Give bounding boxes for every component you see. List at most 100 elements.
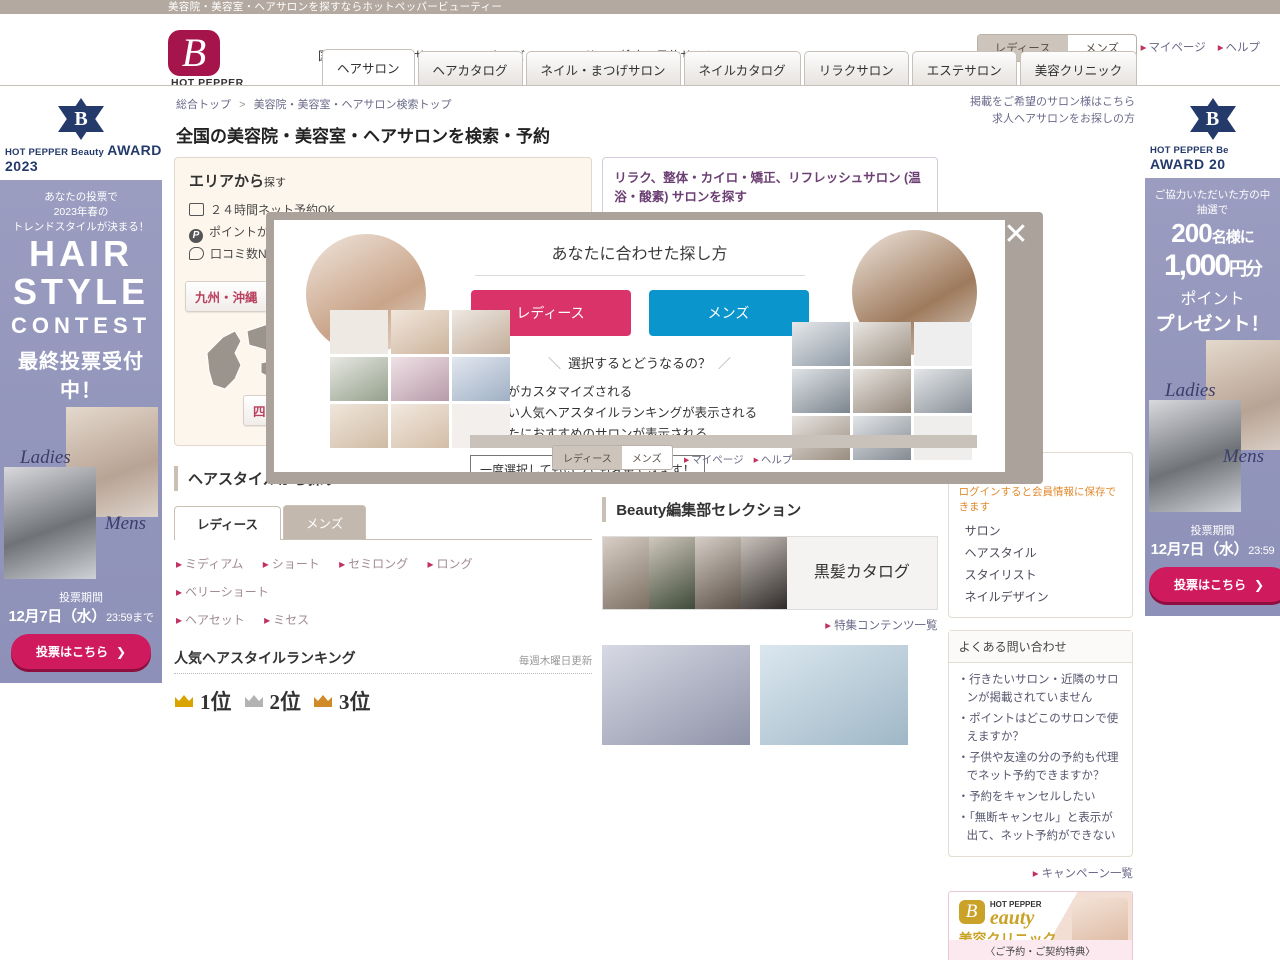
region-button-kyushu-okinawa[interactable]: 九州・沖縄 <box>185 281 268 312</box>
ranking-item-2[interactable]: 2位 <box>244 686 302 721</box>
faq-item-4[interactable]: 予約をキャンセルしたい <box>958 788 1123 806</box>
feature-image-1[interactable] <box>602 645 751 745</box>
style-tag-misses[interactable]: ミセス <box>264 613 309 627</box>
modal-mini-mens[interactable]: メンズ <box>622 446 672 469</box>
modal-link-help[interactable]: ヘルプ <box>754 452 793 467</box>
hairstyle-tab-ladies[interactable]: レディース <box>174 506 282 540</box>
award-sub-text-right: ご協力いただいた方の中 抽選で <box>1154 189 1271 216</box>
award-banner-left[interactable]: あなたの投票で 2023年春の トレンドスタイルが決まる！ HAIR STYLE… <box>0 180 162 683</box>
style-tag-short[interactable]: ショート <box>263 557 320 571</box>
faq-item-1[interactable]: 行きたいサロン・近隣のサロンが掲載されていません <box>958 671 1123 707</box>
award-word-hair: HAIR <box>29 233 133 274</box>
award-vote-button-right[interactable]: 投票はこちら ❯ <box>1149 567 1280 602</box>
clinic-ad-sub: 〈ご予約・ご契約特典〉 <box>985 947 1096 958</box>
ranking-item-3[interactable]: 3位 <box>313 686 371 721</box>
clinic-logo-mark: B <box>958 900 985 924</box>
award-logo-left: B HOT PEPPER Beauty AWARD 2023 <box>0 86 162 180</box>
tab-beauty-clinic[interactable]: 美容クリニック <box>1019 51 1138 86</box>
bookmark-item-salon[interactable]: サロン <box>959 520 1122 542</box>
gender-select-modal[interactable]: ✕ あなたに合わせた探し方 レディース メンズ ＼ 選択するとどうなるの？ ／ … <box>266 212 1043 484</box>
tab-nail-catalog[interactable]: ネイルカタログ <box>683 51 801 86</box>
tab-relax-salon[interactable]: リラクサロン <box>803 51 909 86</box>
modal-mini-gender-toggle[interactable]: レディース メンズ <box>552 445 673 470</box>
modal-mini-links: マイページ ヘルプ <box>684 452 792 467</box>
campaign-list-link[interactable]: キャンペーン一覧 <box>1033 868 1133 880</box>
award-vote-button-left[interactable]: 投票はこちら ❯ <box>11 634 151 669</box>
faq-item-2[interactable]: ポイントはどこのサロンで使えますか？ <box>958 710 1123 746</box>
breadcrumb-home[interactable]: 総合トップ <box>176 99 231 111</box>
ranking-title: 人気ヘアスタイルランキング <box>174 650 356 666</box>
award-period-label-right: 投票期間 <box>1190 525 1235 537</box>
left-ad-sidebar[interactable]: B HOT PEPPER Beauty AWARD 2023 あなたの投票で 2… <box>0 86 162 786</box>
site-header: B HOT PEPPER eauty PRODUCED BY RECRUIT 国… <box>0 14 1280 130</box>
close-icon[interactable]: ✕ <box>999 218 1033 252</box>
site-tagline-strip: 美容院・美容室・ヘアサロンを探すならホットペッパービューティー <box>0 0 1280 14</box>
faq-title: よくある問い合わせ <box>948 631 1132 663</box>
ranking-update-note: 毎週木曜日更新 <box>518 655 593 667</box>
bookmark-item-naildesign[interactable]: ネイルデザイン <box>959 586 1122 608</box>
selection-thumb-1 <box>603 537 650 609</box>
point-icon: P <box>189 229 203 243</box>
salon-notice-line2[interactable]: 求人ヘアサロンをお探しの方 <box>970 111 1135 128</box>
clinic-ad[interactable]: B HOT PEPPER eauty 美容クリニック 〈ご予約・ご契約特典〉 5… <box>947 891 1133 960</box>
selection-banner[interactable]: 黒髪カタログ <box>602 536 938 610</box>
header-link-mypage[interactable]: マイページ <box>1141 39 1205 55</box>
bookmark-item-stylist[interactable]: スタイリスト <box>959 564 1122 586</box>
award-photo-mens <box>4 467 96 579</box>
salon-notice-line1[interactable]: 掲載をご希望のサロン様はこちら <box>970 94 1135 111</box>
tab-nail-eyelash[interactable]: ネイル・まつげサロン <box>525 51 681 86</box>
modal-ladies-thumbs <box>330 310 510 448</box>
style-tag-veryshort[interactable]: ベリーショート <box>176 585 269 599</box>
award-head-line2-right: AWARD 20 <box>1150 156 1226 172</box>
selection-thumbnails <box>603 537 788 609</box>
ranking-label-1: 1位 <box>200 690 232 714</box>
selection-more-link-wrap: 特集コンテンツ一覧 <box>602 617 937 633</box>
style-tag-long[interactable]: ロング <box>427 557 472 571</box>
ranking-header: 人気ヘアスタイルランキング 毎週木曜日更新 <box>174 648 593 674</box>
modal-content: あなたに合わせた探し方 レディース メンズ ＼ 選択するとどうなるの？／ ・特集が… <box>274 220 1005 472</box>
salon-notice[interactable]: 掲載をご希望のサロン様はこちら 求人ヘアサロンをお探しの方 <box>970 94 1135 128</box>
ranking-label-2: 2位 <box>269 690 302 714</box>
chevron-right-icon: ❯ <box>115 645 127 659</box>
right-ad-sidebar[interactable]: B HOT PEPPER Be AWARD 20 ご協力いただいた方の中 抽選で… <box>1145 86 1280 786</box>
hairstyle-tab-mens[interactable]: メンズ <box>283 505 367 539</box>
relax-search-title[interactable]: リラク、整体・カイロ・矯正、リフレッシュサロン (温浴・酸素) サロンを探す <box>614 167 926 213</box>
breadcrumb-current[interactable]: 美容院・美容室・ヘアサロン検索トップ <box>254 99 452 111</box>
ranking-item-1[interactable]: 1位 <box>174 686 232 721</box>
award-banner-right[interactable]: ご協力いただいた方の中 抽選で 200名様に 1,000円分 ポイント プレゼン… <box>1145 178 1280 616</box>
tab-esthe-salon[interactable]: エステサロン <box>911 51 1017 86</box>
tab-hair-catalog[interactable]: ヘアカタログ <box>417 51 523 86</box>
award-word-contest: CONTEST <box>10 313 152 338</box>
modal-link-mypage[interactable]: マイページ <box>684 452 743 467</box>
page-body: B HOT PEPPER Beauty AWARD 2023 あなたの投票で 2… <box>0 86 1280 960</box>
award-mark-b-right: B <box>1205 108 1220 130</box>
hairstyle-tag-list: ミディアム ショート セミロング ロング ベリーショート ヘアセット ミセス <box>174 540 592 638</box>
style-tag-hairset[interactable]: ヘアセット <box>176 613 245 627</box>
award-photos-right: Ladies Mens <box>1149 340 1280 520</box>
style-tag-medium[interactable]: ミディアム <box>176 557 243 571</box>
faq-item-5[interactable]: 「無断キャンセル」と表示が出て、ネット予約ができない <box>958 809 1123 845</box>
award-photos-left: Ladies Mens <box>4 407 158 587</box>
award-sub-text: あなたの投票で 2023年春の トレンドスタイルが決まる！ <box>12 191 150 233</box>
chevron-right-icon: ❯ <box>1253 578 1265 592</box>
clinic-ad-offer-band: 〈ご予約・ご契約特典〉 5%ポイント還元 <box>948 940 1132 960</box>
breadcrumb-separator: > <box>239 99 246 111</box>
tab-hair-salon[interactable]: ヘアサロン <box>322 49 415 86</box>
selection-thumb-2 <box>649 537 696 609</box>
modal-ladies-collage <box>294 230 510 472</box>
monitor-icon <box>189 203 204 216</box>
modal-mini-ladies[interactable]: レディース <box>553 446 622 469</box>
crown-bronze-icon <box>313 694 333 708</box>
modal-bottom-strip <box>470 435 977 448</box>
feature-image-row <box>602 645 937 745</box>
comment-icon <box>189 247 204 260</box>
award-date-right: 12月7日（水）23:59 <box>1150 541 1275 558</box>
selection-thumb-3 <box>695 537 742 609</box>
feature-image-2[interactable] <box>760 645 909 745</box>
faq-item-3[interactable]: 子供や友達の分の予約も代理でネット予約できますか？ <box>958 749 1123 785</box>
style-tag-semilong[interactable]: セミロング <box>339 557 408 571</box>
header-link-help[interactable]: ヘルプ <box>1218 39 1261 55</box>
bookmark-item-hairstyle[interactable]: ヘアスタイル <box>959 542 1122 564</box>
selection-more-link[interactable]: 特集コンテンツ一覧 <box>825 620 937 632</box>
bookmark-login-warning: ログインすると会員情報に保存できます <box>958 486 1117 513</box>
